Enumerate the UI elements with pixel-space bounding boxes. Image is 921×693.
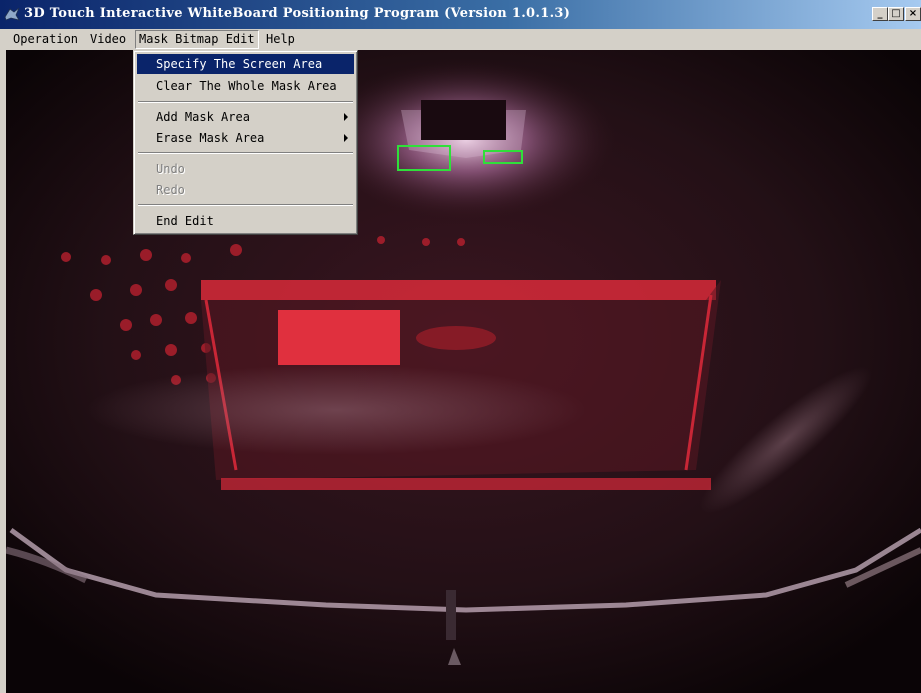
menu-mask-bitmap-edit[interactable]: Mask Bitmap Edit [135, 30, 259, 49]
menu-item-label: Erase Mask Area [156, 131, 265, 145]
menu-bar: Operation Video Mask Bitmap Edit Help [0, 29, 921, 50]
chevron-right-icon [344, 134, 348, 142]
menu-item-undo[interactable]: Undo [137, 159, 354, 179]
menu-item-erase-mask-area[interactable]: Erase Mask Area [137, 128, 354, 148]
mask-bitmap-edit-dropdown: Specify The Screen Area Clear The Whole … [133, 50, 358, 235]
title-bar[interactable]: 3D Touch Interactive WhiteBoard Position… [0, 0, 921, 29]
minimize-button[interactable]: _ [872, 7, 888, 21]
menu-separator [138, 204, 353, 206]
menu-item-specify-screen-area[interactable]: Specify The Screen Area [137, 54, 354, 74]
menu-operation[interactable]: Operation [10, 31, 81, 48]
menu-item-redo[interactable]: Redo [137, 180, 354, 200]
menu-item-end-edit[interactable]: End Edit [137, 211, 354, 231]
maximize-button[interactable]: □ [888, 7, 904, 21]
menu-help[interactable]: Help [263, 31, 298, 48]
menu-separator [138, 101, 353, 103]
menu-video[interactable]: Video [87, 31, 129, 48]
window-title: 3D Touch Interactive WhiteBoard Position… [24, 6, 571, 21]
close-button[interactable]: × [905, 7, 921, 21]
menu-item-add-mask-area[interactable]: Add Mask Area [137, 107, 354, 127]
menu-item-clear-mask-area[interactable]: Clear The Whole Mask Area [137, 76, 354, 96]
app-icon [4, 7, 20, 21]
menu-separator [138, 152, 353, 154]
menu-item-label: Add Mask Area [156, 110, 250, 124]
chevron-right-icon [344, 113, 348, 121]
